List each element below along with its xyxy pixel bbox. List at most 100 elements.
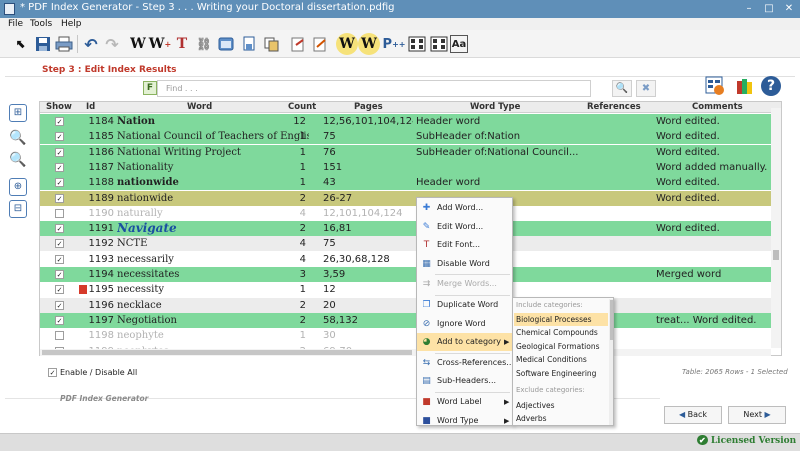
table-row[interactable]: ✓ 1187 Nationality 1 151 Word added manually. — [40, 159, 775, 175]
col-count[interactable]: Count — [288, 102, 316, 113]
word-yellow-icon[interactable]: W — [336, 33, 358, 55]
menu-item-sub-headers[interactable]: ▤ Sub-Headers... — [417, 372, 512, 390]
table-row[interactable]: ✓ 1196 necklace 2 20 — [40, 297, 775, 313]
export-red-icon[interactable] — [309, 33, 331, 55]
zoom-in-icon[interactable]: 🔍 — [9, 130, 27, 148]
save-icon[interactable] — [32, 33, 54, 55]
category-item[interactable]: Software Engineering — [514, 367, 608, 380]
books-icon[interactable] — [735, 76, 755, 96]
col-word-type[interactable]: Word Type — [470, 102, 520, 113]
menu-tools[interactable]: Tools — [30, 18, 52, 30]
maximize-button[interactable]: □ — [762, 3, 776, 15]
pointer-icon[interactable]: ⬉ — [10, 33, 32, 55]
pages-icon[interactable] — [260, 33, 282, 55]
next-button[interactable]: Next ▶ — [728, 406, 786, 424]
table-row[interactable]: ✓ 1186 National Writing Project 1 76 SubHeade… — [40, 144, 775, 160]
col-comments[interactable]: Comments — [692, 102, 743, 113]
table-row[interactable]: ✓ 1192 NCTE 4 75 — [40, 236, 775, 252]
text-aa-icon[interactable]: Aa — [450, 35, 468, 53]
word-w-add-icon[interactable]: W + — [149, 33, 171, 55]
word-yellow-add-icon[interactable]: W — [358, 33, 380, 55]
redo-icon[interactable]: ↷ — [101, 33, 123, 55]
table-row[interactable]: ✓ 1188 nationwide 1 43 Header word Word edited… — [40, 175, 775, 191]
col-id[interactable]: Id — [86, 102, 95, 113]
minimize-button[interactable]: – — [742, 3, 756, 15]
category-item[interactable]: Geological Formations — [514, 340, 608, 353]
menu-item-ignore-word[interactable]: ⊘ Ignore Word — [417, 315, 512, 333]
undo-icon[interactable]: ↶ — [80, 33, 102, 55]
categories-icon[interactable] — [705, 76, 725, 96]
table-row[interactable]: ✓ 1189 nationwide 2 26-27 Word edited. — [40, 190, 775, 206]
row-checkbox[interactable]: ✓ — [55, 315, 64, 325]
table-row[interactable]: ✓ 1195 necessity 1 12 — [40, 282, 775, 298]
zoom-out-icon[interactable]: 🔍 — [9, 152, 27, 170]
clear-search-icon[interactable]: ✖ — [636, 80, 656, 97]
export-icon[interactable] — [287, 33, 309, 55]
row-checkbox[interactable]: ✓ — [55, 117, 64, 126]
font-t-icon[interactable]: T — [171, 33, 193, 55]
grid-icon-2[interactable] — [428, 33, 450, 55]
col-pages[interactable]: Pages — [354, 102, 383, 113]
menu-item-word-type[interactable]: ■ Word Type ▶ — [417, 412, 512, 430]
table-row[interactable]: ✓ 1184 Nation 12 12,56,101,104,124 Header wor… — [40, 114, 775, 129]
help-icon[interactable]: ? — [761, 76, 781, 96]
table-row[interactable]: 1190 naturally 4 12,101,104,124 — [40, 205, 775, 221]
table-row[interactable]: ✓ 1185 National Council of Teachers of Eng… — [40, 129, 775, 145]
col-references[interactable]: References — [587, 102, 641, 113]
row-checkbox[interactable]: ✓ — [55, 239, 64, 249]
collapse-icon[interactable]: ⊟ — [9, 200, 27, 218]
table-row[interactable]: ✓ 1191 Navigate 2 16,81 Word edited. — [40, 221, 775, 237]
exclude-category-item[interactable]: Adverbs — [514, 412, 608, 425]
category-item[interactable]: Biological Processes — [514, 313, 608, 326]
menu-item-cross-references[interactable]: ⇆ Cross-References... — [417, 354, 514, 372]
exclude-category-item[interactable]: Adjectives — [514, 399, 608, 412]
menu-item-edit-font[interactable]: T Edit Font... — [417, 236, 512, 254]
row-checkbox[interactable]: ✓ — [55, 178, 64, 188]
table-row[interactable]: ✓ 1193 necessarily 4 26,30,68,128 — [40, 251, 775, 267]
print-icon[interactable] — [53, 33, 75, 55]
menu-item-edit-word[interactable]: ✎ Edit Word... — [417, 218, 512, 236]
menu-item-disable-word[interactable]: ▦ Disable Word — [417, 255, 512, 273]
menu-item-add-word[interactable]: ✚ Add Word... — [417, 199, 512, 217]
filter-button[interactable]: F — [143, 81, 157, 95]
row-checkbox[interactable] — [55, 208, 64, 218]
search-input[interactable]: Find . . . — [157, 80, 591, 97]
menu-help[interactable]: Help — [61, 18, 82, 30]
horizontal-scroll-thumb[interactable] — [42, 350, 412, 355]
row-checkbox[interactable] — [55, 331, 64, 341]
submenu-scroll-thumb[interactable] — [610, 300, 613, 340]
category-item[interactable]: Chemical Compounds — [514, 326, 608, 339]
table-row[interactable]: ✓ 1197 Negotiation 2 58,132 treat... Word edi… — [40, 312, 775, 328]
chain-icon[interactable]: ⛓ — [193, 33, 215, 55]
grid-icon[interactable] — [406, 33, 428, 55]
row-checkbox[interactable]: ✓ — [55, 162, 64, 172]
page-icon[interactable] — [238, 33, 260, 55]
row-checkbox[interactable]: ✓ — [55, 147, 64, 157]
vertical-scroll-thumb[interactable] — [773, 250, 779, 260]
category-item[interactable]: Medical Conditions — [514, 353, 608, 366]
vertical-scrollbar[interactable] — [771, 108, 781, 348]
tree-view-icon[interactable]: ⊞ — [9, 104, 27, 122]
table-row[interactable]: ✓ 1194 necessitates 3 3,59 Merged word — [40, 267, 775, 282]
p-plus-icon[interactable]: P ++ — [383, 33, 406, 55]
menu-item-word-label[interactable]: ■ Word Label ▶ — [417, 393, 512, 411]
search-icon[interactable]: 🔍 — [612, 80, 632, 97]
row-checkbox[interactable]: ✓ — [55, 300, 64, 310]
row-checkbox[interactable]: ✓ — [55, 132, 64, 142]
menu-file[interactable]: File — [8, 18, 23, 30]
row-checkbox[interactable]: ✓ — [55, 224, 64, 234]
menu-item-add-to-category[interactable]: ◕ Add to category ▶ — [417, 333, 512, 352]
window-icon[interactable] — [215, 33, 237, 55]
word-w-icon[interactable]: W — [127, 33, 149, 55]
row-checkbox[interactable]: ✓ — [55, 193, 64, 203]
menu-item-duplicate-word[interactable]: ❐ Duplicate Word — [417, 296, 512, 314]
row-checkbox[interactable]: ✓ — [55, 254, 64, 264]
enable-all-checkbox[interactable]: ✓ — [48, 368, 57, 377]
back-button[interactable]: ◀ Back — [664, 406, 722, 424]
row-checkbox[interactable]: ✓ — [55, 285, 64, 295]
col-word[interactable]: Word — [187, 102, 212, 113]
table-row[interactable]: 1198 neophyte 1 30 — [40, 328, 775, 344]
close-button[interactable]: ✕ — [782, 3, 796, 15]
col-show[interactable]: Show — [46, 102, 72, 113]
row-checkbox[interactable]: ✓ — [55, 270, 64, 279]
